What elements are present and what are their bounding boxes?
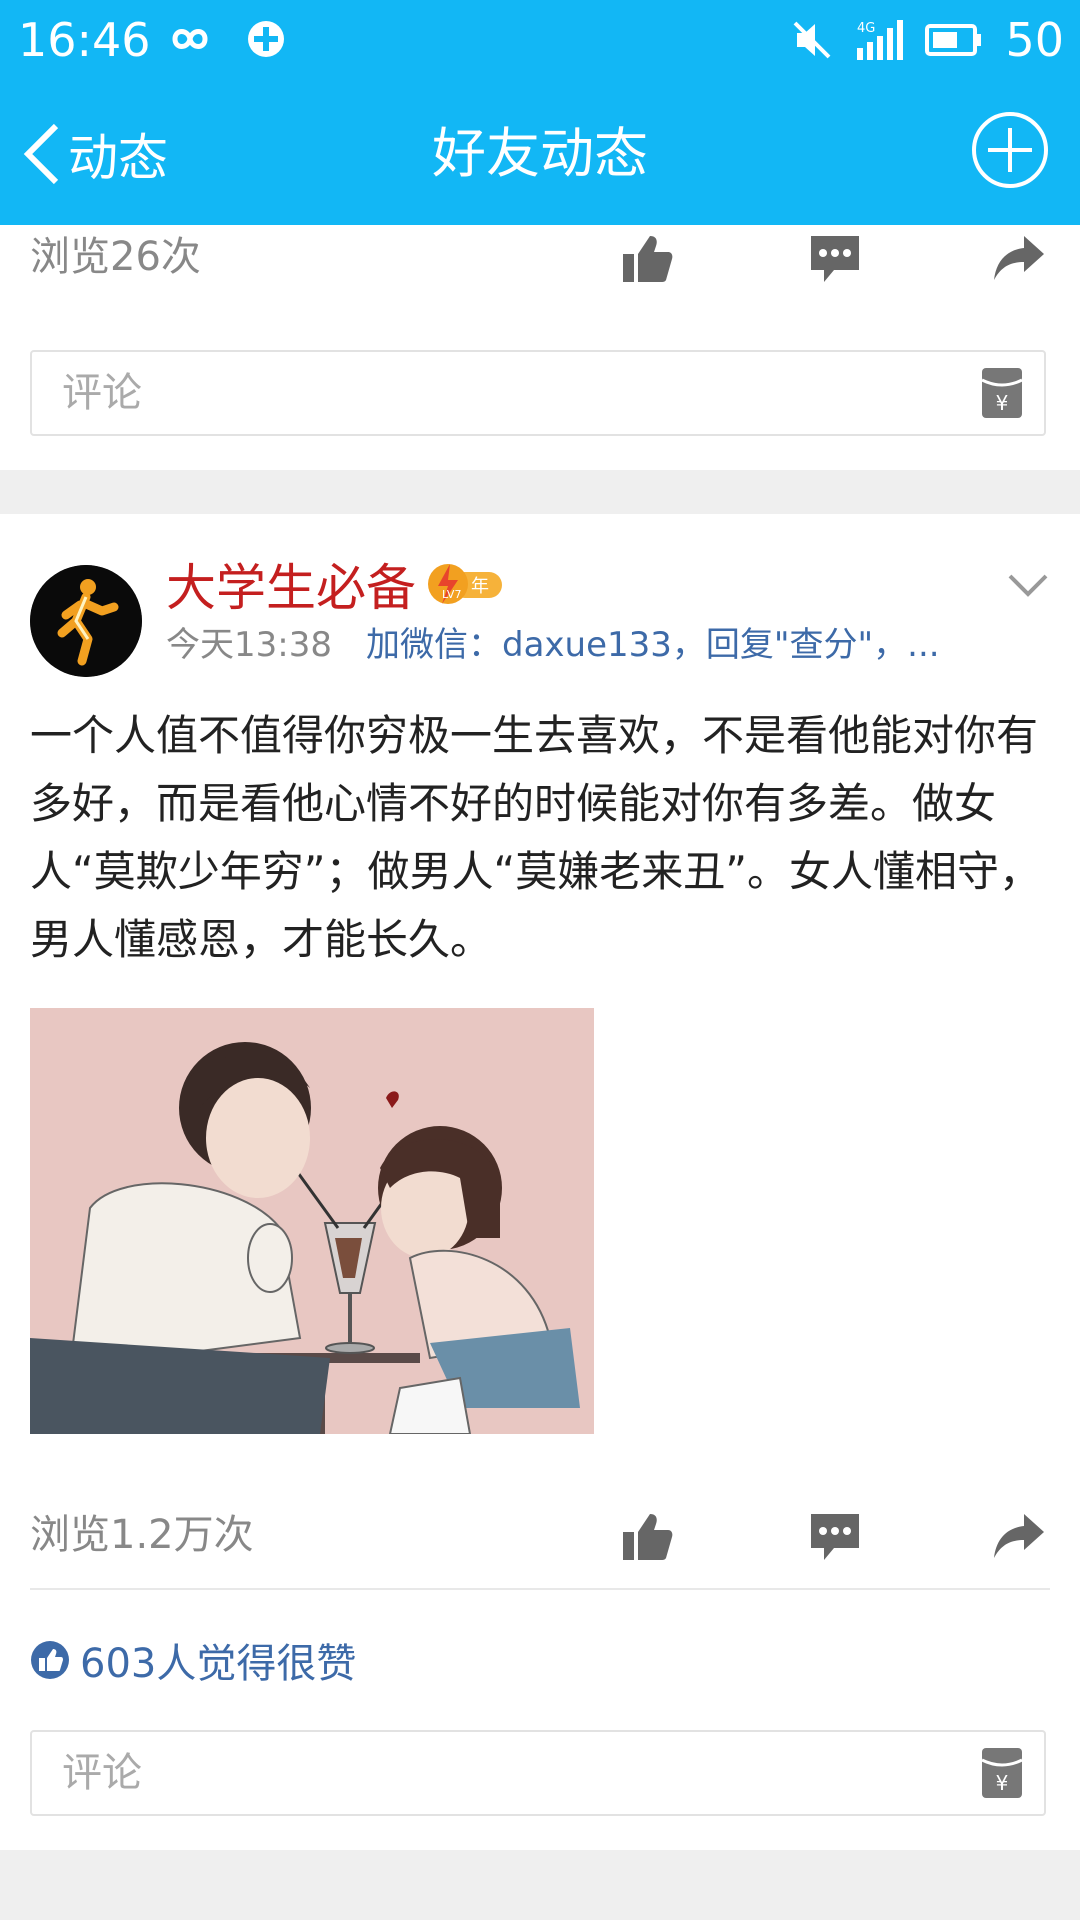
- level-badge-text: LV7: [442, 588, 461, 601]
- comment-icon[interactable]: [808, 232, 862, 286]
- post-stats-row: 浏览1.2万次: [0, 1490, 1080, 1580]
- post-comment-input[interactable]: 评论 ¥: [30, 1730, 1046, 1816]
- battery-level: 50: [1005, 13, 1064, 67]
- runner-avatar-icon: [30, 565, 142, 677]
- network-type: 4G: [857, 21, 875, 36]
- battery-icon: [925, 24, 982, 56]
- level-badge-icon: LV7 年: [428, 564, 502, 604]
- post-text: 一个人值不值得你穷极一生去喜欢，不是看他能对你有多好，而是看他心情不好的时候能对…: [30, 711, 1042, 964]
- thumbs-up-icon[interactable]: [620, 232, 674, 286]
- post-source[interactable]: 加微信：daxue133，回复"查分"，...: [366, 621, 940, 669]
- title-bar: 动态 好友动态: [0, 80, 1080, 225]
- post-time: 今天13:38: [166, 625, 332, 665]
- status-bar: 16:46 4G 50: [0, 0, 1080, 80]
- chevron-down-icon[interactable]: [1006, 570, 1050, 600]
- red-packet-icon[interactable]: ¥: [980, 366, 1024, 420]
- bottom-separator: [0, 1850, 1080, 1920]
- browser-icon: [248, 21, 284, 57]
- prev-post-stats-row: 浏览26次: [0, 212, 1080, 302]
- red-packet-icon[interactable]: ¥: [980, 1746, 1024, 1800]
- prev-post-comment-input[interactable]: 评论 ¥: [30, 350, 1046, 436]
- prev-post-views: 浏览26次: [30, 234, 201, 280]
- comment-icon[interactable]: [808, 1510, 862, 1564]
- status-icons-right: 4G 50: [793, 8, 1064, 72]
- add-icon[interactable]: [970, 110, 1050, 190]
- svg-text:¥: ¥: [996, 1771, 1009, 1795]
- likes-summary[interactable]: 603人觉得很赞: [30, 1630, 356, 1690]
- likes-text: 603人觉得很赞: [80, 1641, 357, 1687]
- status-time: 16:46: [18, 13, 151, 67]
- level-badge-suffix: 年: [471, 576, 489, 597]
- infinity-icon: [172, 29, 208, 49]
- page-title: 好友动态: [432, 122, 648, 185]
- couple-illustration-image: [30, 1008, 594, 1434]
- mute-icon: [794, 21, 831, 59]
- post-separator: [0, 470, 1080, 514]
- share-icon[interactable]: [992, 1510, 1046, 1564]
- like-badge-icon: [31, 1641, 69, 1679]
- thumbs-up-icon[interactable]: [620, 1510, 674, 1564]
- comment-placeholder: 评论: [62, 1750, 142, 1796]
- comment-placeholder: 评论: [62, 370, 142, 416]
- avatar[interactable]: [30, 565, 142, 677]
- svg-text:¥: ¥: [996, 391, 1009, 415]
- author-name[interactable]: 大学生必备: [166, 555, 416, 621]
- post-image[interactable]: [30, 1008, 594, 1434]
- status-icons-left: [160, 14, 288, 64]
- share-icon[interactable]: [992, 232, 1046, 286]
- signal-icon: 4G: [857, 20, 904, 60]
- post-divider: [30, 1588, 1050, 1590]
- post-views: 浏览1.2万次: [30, 1512, 254, 1558]
